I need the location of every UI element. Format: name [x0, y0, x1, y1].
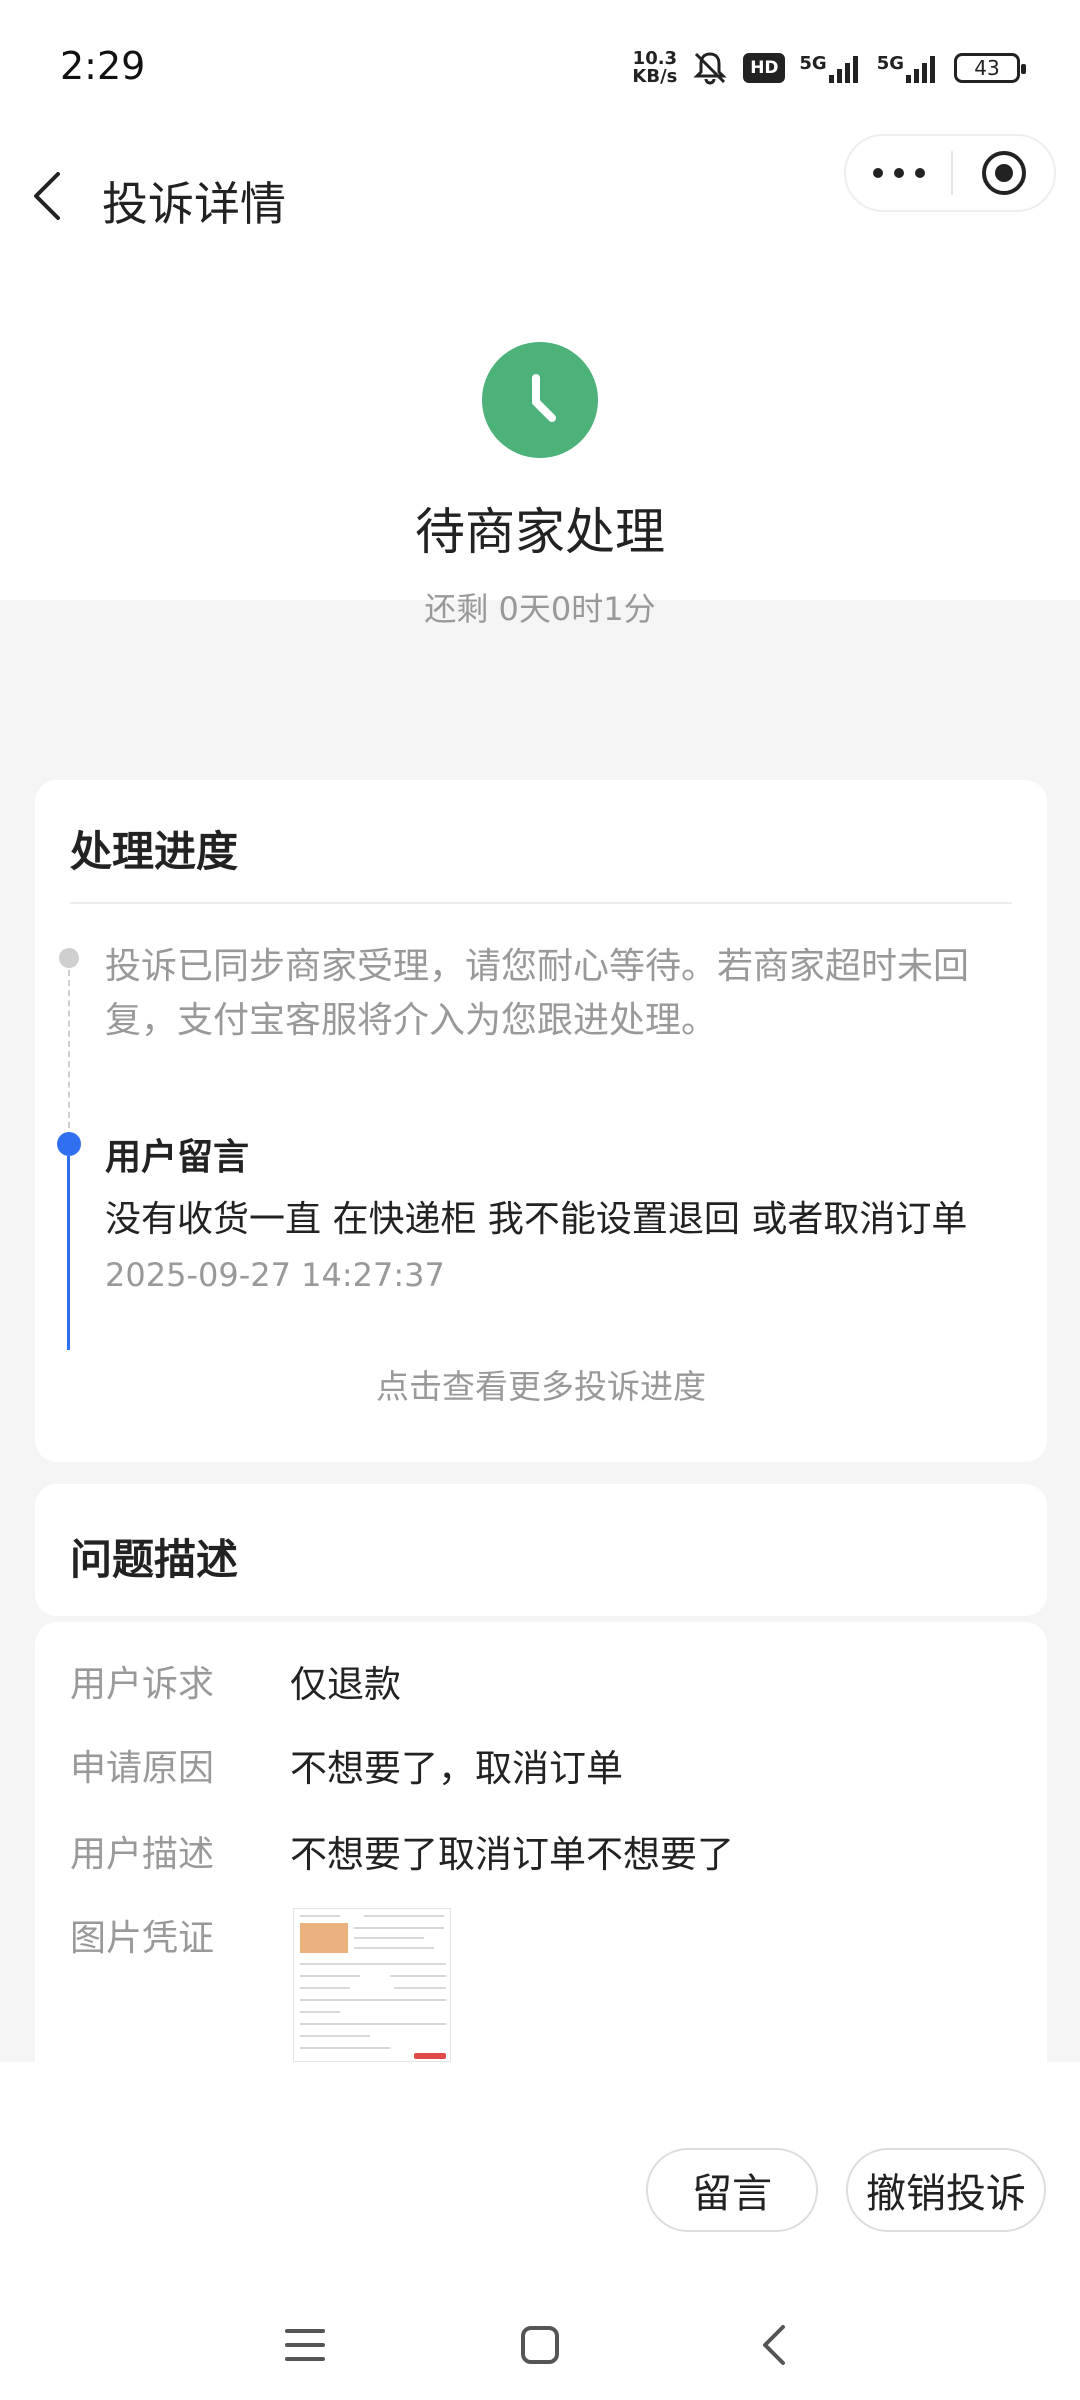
menu-nav-button[interactable]	[265, 2310, 345, 2380]
system-nav-bar	[0, 2290, 1080, 2400]
close-miniprogram-button[interactable]	[953, 136, 1054, 210]
header: 投诉详情 待商家处理 还剩 0天0时1分	[0, 134, 1080, 628]
battery-icon: 43	[954, 53, 1026, 83]
row-value: 不想要了取消订单不想要了	[290, 1833, 734, 1876]
progress-step-title: 用户留言	[105, 1137, 250, 1178]
description-row: 用户诉求 仅退款	[70, 1656, 401, 1706]
battery-level: 43	[974, 56, 1000, 80]
back-triangle-icon	[763, 2325, 785, 2365]
network-speed-unit: KB/s	[632, 66, 678, 87]
page-title: 投诉详情	[102, 177, 286, 231]
divider	[70, 902, 1012, 904]
sim2-label: 5G	[876, 53, 904, 74]
user-message: 没有收货一直 在快递柜 我不能设置退回 或者取消订单	[105, 1199, 968, 1240]
chevron-left-icon	[34, 172, 60, 220]
mini-program-capsule	[844, 134, 1056, 212]
progress-title: 处理进度	[70, 827, 239, 876]
message-button[interactable]: 留言	[646, 2148, 818, 2232]
progress-step-text: 投诉已同步商家受理，请您耐心等待。若商家超时未回复，支付宝客服将介入为您跟进处理…	[105, 946, 970, 1041]
row-label: 图片凭证	[70, 1918, 215, 1959]
row-label: 用户描述	[70, 1834, 215, 1875]
row-value: 不想要了，取消订单	[290, 1747, 623, 1790]
description-title: 问题描述	[70, 1535, 239, 1584]
description-row: 申请原因 不想要了，取消订单	[70, 1740, 623, 1790]
progress-card: 处理进度 投诉已同步商家受理，请您耐心等待。若商家超时未回复，支付宝客服将介入为…	[35, 780, 1047, 1462]
status-time: 2:29	[60, 44, 146, 88]
home-square-icon	[521, 2326, 559, 2364]
status-icons: 10.3 KB/s HD 5G 5G 43	[632, 46, 1026, 90]
signal-5g-icon: 5G	[799, 53, 862, 83]
description-row: 图片凭证	[70, 1910, 290, 1960]
timeline-connector	[68, 970, 70, 1128]
clock-icon	[482, 342, 598, 458]
status-bar: 2:29 10.3 KB/s HD 5G 5G 43	[0, 0, 1080, 140]
timeline-dot-active	[57, 1132, 81, 1156]
status-remaining: 还剩 0天0时1分	[424, 590, 656, 628]
bell-muted-icon	[691, 49, 729, 87]
back-nav-button[interactable]	[734, 2310, 814, 2380]
timeline-line-active	[67, 1156, 70, 1350]
home-nav-button[interactable]	[500, 2310, 580, 2380]
back-button[interactable]	[30, 146, 90, 246]
withdraw-complaint-button[interactable]: 撤销投诉	[846, 2148, 1046, 2232]
row-label: 申请原因	[70, 1748, 215, 1789]
row-label: 用户诉求	[70, 1664, 215, 1705]
status-title: 待商家处理	[415, 503, 665, 561]
sim1-label: 5G	[799, 53, 827, 74]
view-more-progress-link[interactable]: 点击查看更多投诉进度	[35, 1360, 1047, 1408]
evidence-image[interactable]	[293, 1908, 451, 2062]
signal-5g-icon-2: 5G	[877, 53, 940, 83]
more-button[interactable]	[846, 136, 951, 210]
menu-icon	[285, 2329, 325, 2361]
target-icon	[981, 151, 1026, 195]
description-header-card: 问题描述	[35, 1484, 1047, 1616]
message-timestamp: 2025-09-27 14:27:37	[105, 1256, 445, 1294]
network-speed: 10.3 KB/s	[632, 50, 677, 86]
description-row: 用户描述 不想要了取消订单不想要了	[70, 1826, 734, 1876]
hd-icon: HD	[743, 53, 786, 83]
action-bar: 留言 撤销投诉	[0, 2062, 1080, 2290]
row-value: 仅退款	[290, 1663, 401, 1706]
more-icon	[872, 168, 925, 178]
description-body-card: 用户诉求 仅退款 申请原因 不想要了，取消订单 用户描述 不想要了取消订单不想要…	[35, 1622, 1047, 2062]
timeline-dot	[59, 948, 79, 968]
